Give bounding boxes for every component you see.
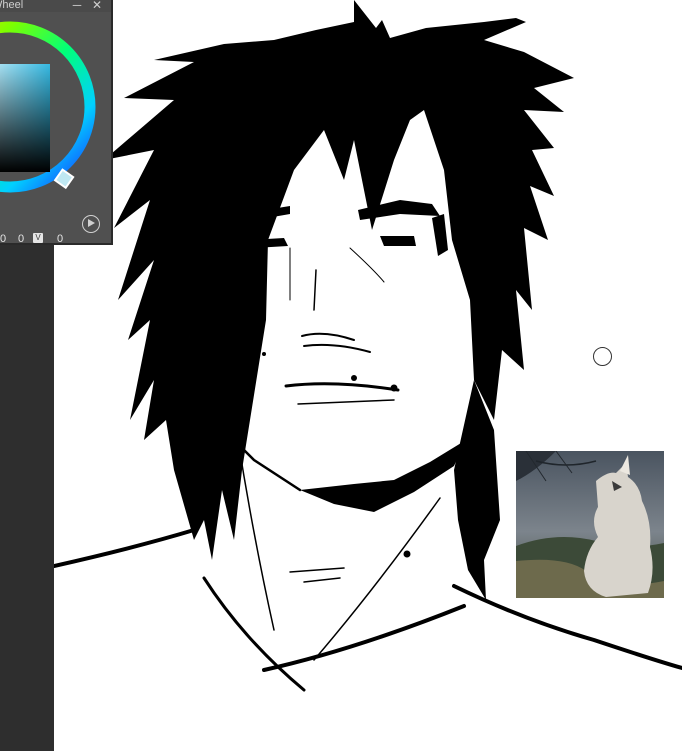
brush-cursor — [593, 347, 612, 366]
color-wheel-panel[interactable]: Wheel ─ ✕ — [0, 0, 113, 245]
color-wheel-body: 0 0 V 0 — [0, 12, 111, 243]
h-value: 0 — [0, 233, 7, 245]
play-icon[interactable] — [82, 215, 100, 233]
close-icon[interactable]: ✕ — [90, 0, 104, 12]
panel-title: Wheel — [0, 0, 24, 11]
reference-image-wolf[interactable] — [516, 451, 664, 598]
panel-titlebar[interactable]: Wheel ─ ✕ — [0, 0, 111, 12]
sketch-artwork — [54, 0, 682, 692]
minimize-icon[interactable]: ─ — [70, 0, 84, 12]
v-value: 0 — [57, 233, 64, 245]
wolf-painting — [516, 451, 664, 598]
hsv-readout: 0 0 V 0 — [0, 233, 111, 245]
color-wheel-graphic[interactable] — [0, 12, 111, 218]
s-value: 0 — [18, 233, 25, 245]
v-label: V — [33, 233, 43, 243]
drawing-canvas[interactable] — [54, 0, 682, 751]
